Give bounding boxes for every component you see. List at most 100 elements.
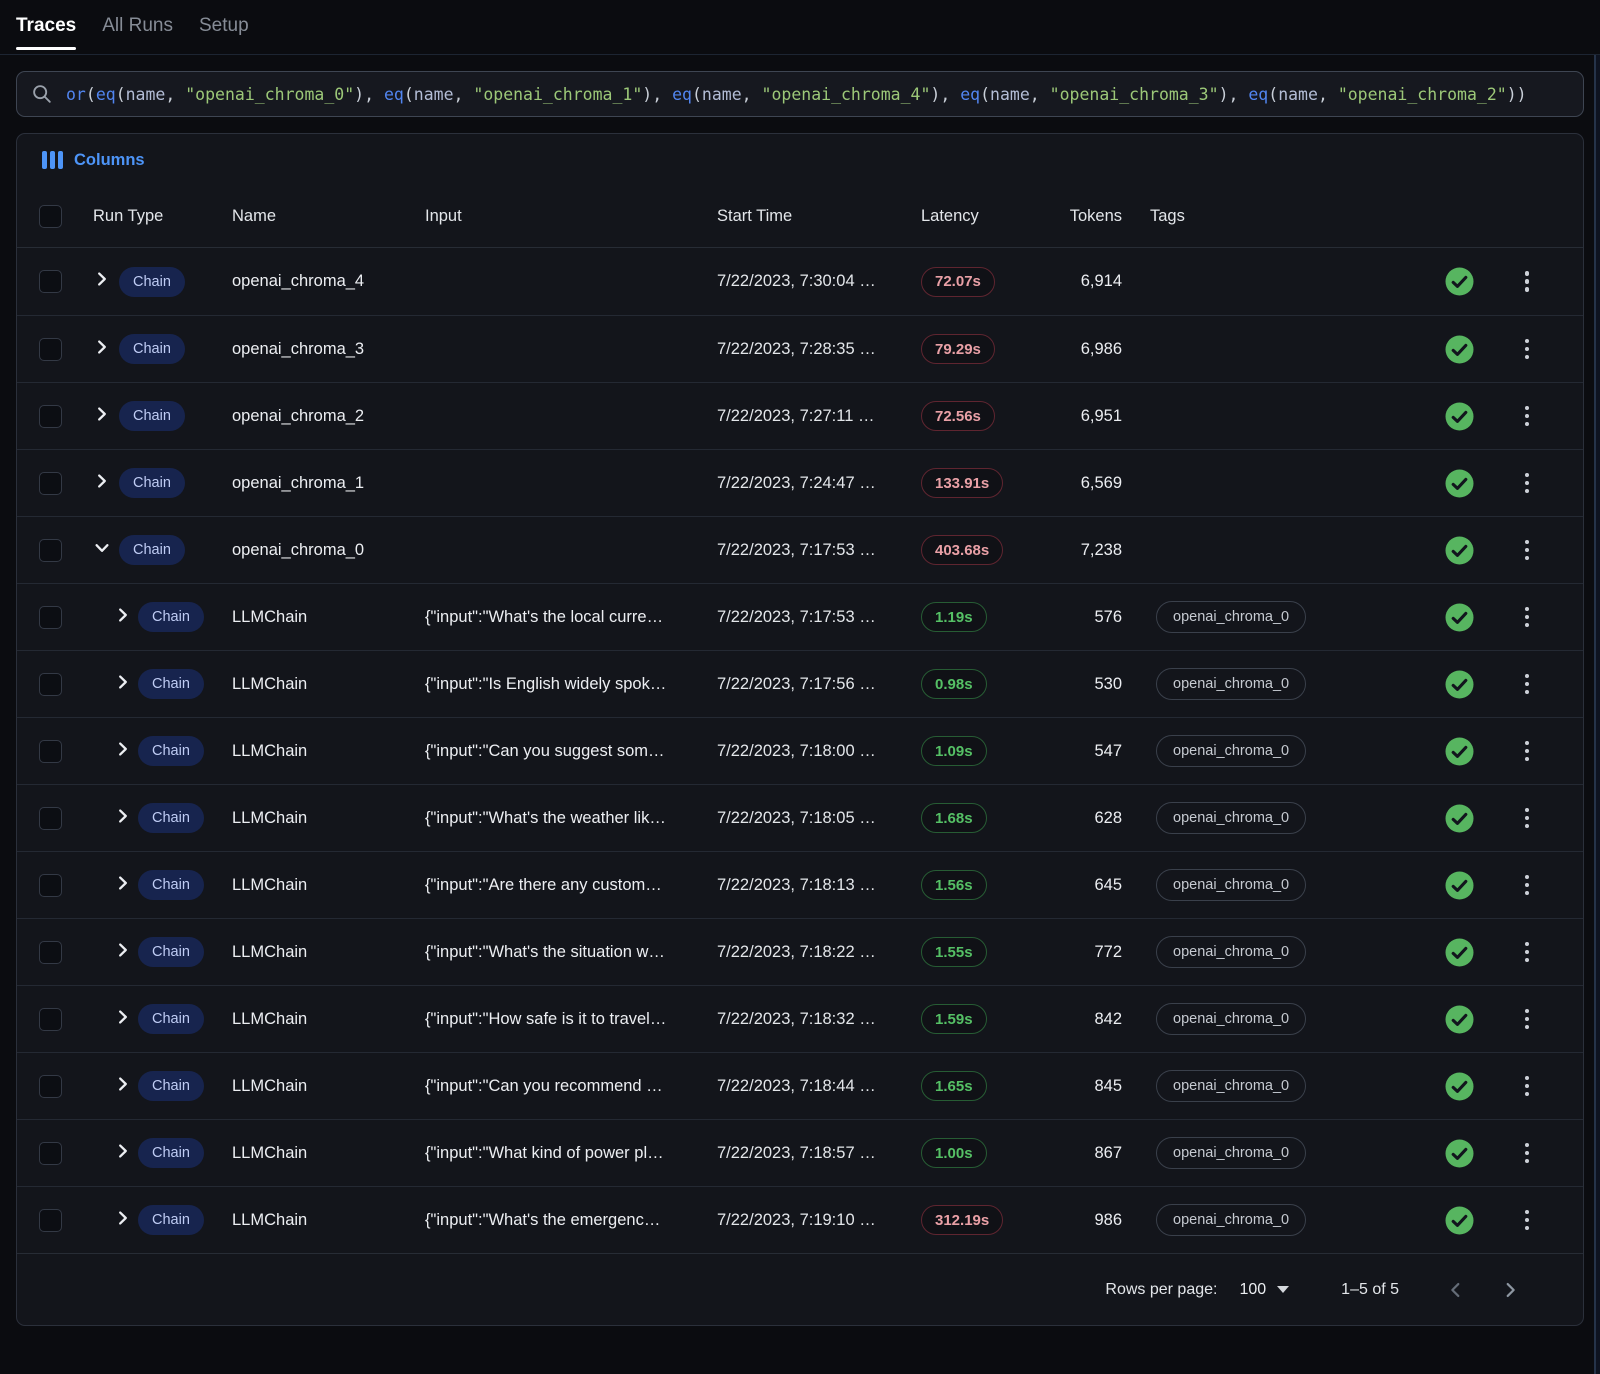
row-checkbox[interactable] xyxy=(39,405,62,428)
run-type-badge: Chain xyxy=(119,334,185,364)
kebab-menu-icon[interactable] xyxy=(1519,1138,1536,1169)
row-checkbox[interactable] xyxy=(39,673,62,696)
row-checkbox[interactable] xyxy=(39,1008,62,1031)
kebab-menu-icon[interactable] xyxy=(1519,468,1536,499)
search-token: name xyxy=(990,85,1030,104)
run-input: {"input":"What kind of power pl… xyxy=(425,1144,717,1163)
table-row[interactable]: Chainopenai_chroma_27/22/2023, 7:27:11 …… xyxy=(17,382,1583,449)
row-checkbox[interactable] xyxy=(39,338,62,361)
caret-down-icon xyxy=(1277,1286,1289,1293)
kebab-menu-icon[interactable] xyxy=(1519,1071,1536,1102)
table-toolbar: Columns xyxy=(17,134,1583,186)
start-time: 7/22/2023, 7:18:57 … xyxy=(717,1144,921,1163)
chevron-right-icon[interactable] xyxy=(94,271,110,287)
table-row[interactable]: ChainLLMChain{"input":"What kind of powe… xyxy=(17,1119,1583,1186)
kebab-menu-icon[interactable] xyxy=(1519,937,1536,968)
search-token: or xyxy=(66,85,86,104)
search-token: ), xyxy=(930,85,960,104)
tab-traces[interactable]: Traces xyxy=(16,15,76,54)
table-row[interactable]: Chainopenai_chroma_17/22/2023, 7:24:47 …… xyxy=(17,449,1583,516)
search-bar[interactable]: or(eq(name, "openai_chroma_0"), eq(name,… xyxy=(16,71,1584,117)
search-token: ( xyxy=(404,85,414,104)
tokens-count: 7,238 xyxy=(1066,541,1130,560)
kebab-menu-icon[interactable] xyxy=(1519,1205,1536,1236)
run-type-badge: Chain xyxy=(138,1071,204,1101)
success-status-icon xyxy=(1444,870,1475,901)
table-row[interactable]: ChainLLMChain{"input":"Can you suggest s… xyxy=(17,717,1583,784)
row-checkbox[interactable] xyxy=(39,1075,62,1098)
next-page-button[interactable] xyxy=(1499,1279,1521,1301)
table-row[interactable]: ChainLLMChain{"input":"What's the weathe… xyxy=(17,784,1583,851)
table-row[interactable]: ChainLLMChain{"input":"Is English widely… xyxy=(17,650,1583,717)
table-row[interactable]: ChainLLMChain{"input":"How safe is it to… xyxy=(17,985,1583,1052)
table-row[interactable]: ChainLLMChain{"input":"What's the local … xyxy=(17,583,1583,650)
table-row[interactable]: Chainopenai_chroma_37/22/2023, 7:28:35 …… xyxy=(17,315,1583,382)
row-checkbox[interactable] xyxy=(39,1209,62,1232)
header-latency: Latency xyxy=(921,207,1066,226)
chevron-right-icon[interactable] xyxy=(94,473,110,489)
row-checkbox[interactable] xyxy=(39,740,62,763)
table-row[interactable]: Chainopenai_chroma_47/22/2023, 7:30:04 …… xyxy=(17,248,1583,315)
row-checkbox[interactable] xyxy=(39,807,62,830)
select-all-checkbox[interactable] xyxy=(39,205,62,228)
scrollbar-track[interactable] xyxy=(1594,55,1600,1374)
tokens-count: 576 xyxy=(1066,608,1130,627)
run-input: {"input":"What's the emergenc… xyxy=(425,1211,717,1230)
kebab-menu-icon[interactable] xyxy=(1519,870,1536,901)
tokens-count: 6,986 xyxy=(1066,340,1130,359)
tab-setup[interactable]: Setup xyxy=(199,15,249,54)
latency-badge: 72.07s xyxy=(921,267,995,297)
search-token: eq xyxy=(672,85,692,104)
columns-icon xyxy=(42,151,63,169)
columns-button-label: Columns xyxy=(74,151,145,170)
start-time: 7/22/2023, 7:18:22 … xyxy=(717,943,921,962)
success-status-icon xyxy=(1444,401,1475,432)
kebab-menu-icon[interactable] xyxy=(1519,736,1536,767)
success-status-icon xyxy=(1444,535,1475,566)
row-checkbox[interactable] xyxy=(39,606,62,629)
search-token: ( xyxy=(692,85,702,104)
tag-pill: openai_chroma_0 xyxy=(1156,1070,1306,1102)
row-checkbox[interactable] xyxy=(39,1142,62,1165)
run-type-badge: Chain xyxy=(119,535,185,565)
row-checkbox[interactable] xyxy=(39,539,62,562)
table-row[interactable]: ChainLLMChain{"input":"What's the emerge… xyxy=(17,1186,1583,1253)
kebab-menu-icon[interactable] xyxy=(1519,266,1536,297)
start-time: 7/22/2023, 7:17:56 … xyxy=(717,675,921,694)
table-row[interactable]: Chainopenai_chroma_07/22/2023, 7:17:53 …… xyxy=(17,516,1583,583)
search-token: eq xyxy=(384,85,404,104)
kebab-menu-icon[interactable] xyxy=(1519,1004,1536,1035)
kebab-menu-icon[interactable] xyxy=(1519,535,1536,566)
row-checkbox[interactable] xyxy=(39,270,62,293)
tokens-count: 867 xyxy=(1066,1144,1130,1163)
table-row[interactable]: ChainLLMChain{"input":"Are there any cus… xyxy=(17,851,1583,918)
chevron-down-icon[interactable] xyxy=(94,540,110,556)
rows-per-page-select[interactable]: 100 xyxy=(1239,1281,1289,1299)
start-time: 7/22/2023, 7:18:44 … xyxy=(717,1077,921,1096)
columns-button[interactable]: Columns xyxy=(42,151,145,170)
table-row[interactable]: ChainLLMChain{"input":"What's the situat… xyxy=(17,918,1583,985)
start-time: 7/22/2023, 7:19:10 … xyxy=(717,1211,921,1230)
run-input: {"input":"Are there any custom… xyxy=(425,876,717,895)
search-token: , xyxy=(454,85,474,104)
tag-pill: openai_chroma_0 xyxy=(1156,735,1306,767)
row-checkbox[interactable] xyxy=(39,472,62,495)
previous-page-button[interactable] xyxy=(1445,1279,1467,1301)
kebab-menu-icon[interactable] xyxy=(1519,803,1536,834)
kebab-menu-icon[interactable] xyxy=(1519,334,1536,365)
table-row[interactable]: ChainLLMChain{"input":"Can you recommend… xyxy=(17,1052,1583,1119)
kebab-menu-icon[interactable] xyxy=(1519,602,1536,633)
tag-pill: openai_chroma_0 xyxy=(1156,668,1306,700)
latency-badge: 133.91s xyxy=(921,468,1003,498)
tag-pill: openai_chroma_0 xyxy=(1156,601,1306,633)
search-token: "openai_chroma_1" xyxy=(473,85,642,104)
tab-all-runs[interactable]: All Runs xyxy=(102,15,173,54)
chevron-right-icon[interactable] xyxy=(94,339,110,355)
row-checkbox[interactable] xyxy=(39,941,62,964)
search-query[interactable]: or(eq(name, "openai_chroma_0"), eq(name,… xyxy=(66,85,1569,104)
chevron-right-icon[interactable] xyxy=(94,406,110,422)
row-checkbox[interactable] xyxy=(39,874,62,897)
kebab-menu-icon[interactable] xyxy=(1519,669,1536,700)
run-name: openai_chroma_2 xyxy=(232,407,425,426)
kebab-menu-icon[interactable] xyxy=(1519,401,1536,432)
